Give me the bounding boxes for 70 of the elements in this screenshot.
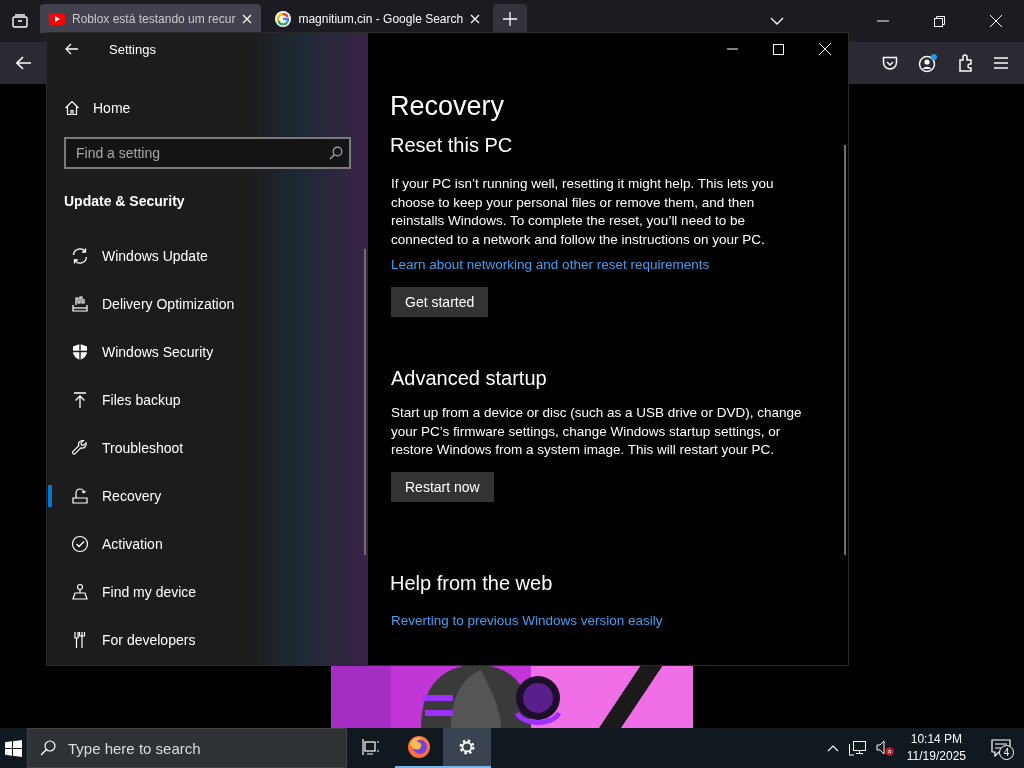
taskbar-search-field[interactable]: Type here to search bbox=[27, 728, 347, 768]
home-icon bbox=[64, 100, 80, 116]
action-button[interactable]: Restart now bbox=[391, 471, 494, 502]
new-tab-button[interactable] bbox=[493, 4, 528, 33]
close-icon[interactable] bbox=[242, 13, 253, 24]
tab-list-icon[interactable] bbox=[12, 14, 28, 28]
section-title: Advanced startup bbox=[391, 367, 548, 390]
maximize-icon[interactable] bbox=[773, 43, 784, 55]
home-link[interactable]: Home bbox=[64, 97, 164, 119]
browser-tab[interactable]: Roblox está testando um recur bbox=[40, 4, 262, 33]
nav-item[interactable]: Files backup bbox=[47, 389, 291, 411]
close-icon[interactable] bbox=[819, 43, 831, 55]
chevron-up-icon[interactable] bbox=[826, 744, 839, 752]
windows-logo-icon[interactable] bbox=[5, 739, 22, 757]
nav-item[interactable]: Windows Security bbox=[47, 341, 291, 363]
nav-item[interactable]: Activation bbox=[47, 533, 291, 555]
fox-globe-icon bbox=[407, 735, 431, 759]
ring-icon bbox=[275, 10, 292, 27]
task-view-icon bbox=[362, 739, 380, 755]
sync-icon bbox=[71, 247, 89, 265]
search-field[interactable]: Find a setting bbox=[64, 137, 351, 169]
help-link[interactable]: Reverting to previous Windows version easily bbox=[391, 612, 663, 628]
tray-icon bbox=[71, 295, 89, 313]
tab-title: magnitium,cin - Google Search bbox=[298, 11, 464, 26]
clock-time[interactable]: 10:14 PM bbox=[910, 731, 963, 748]
tab-title: Roblox está testando um recur bbox=[72, 11, 236, 26]
nav-item[interactable]: Delivery Optimization bbox=[47, 293, 291, 315]
clock-date[interactable]: 11/19/2025 bbox=[906, 748, 966, 765]
nav-item[interactable]: Find my device bbox=[47, 581, 291, 603]
play-icon bbox=[49, 12, 65, 25]
scrollbar[interactable] bbox=[364, 249, 366, 555]
page-title: Recovery bbox=[390, 91, 506, 122]
check-circle-icon bbox=[71, 535, 89, 553]
chevron-down-icon[interactable] bbox=[770, 17, 784, 25]
description-text: Start up from a device or disc (such as a USB drive or DVD), change your PC’s firmware settings, change Windows startup settings, or restore Windows from a system image. This will restart your PC. bbox=[391, 404, 803, 459]
back-arrow-icon[interactable] bbox=[16, 56, 32, 70]
description-text: If your PC isn’t running well, resetting it might help. This lets you choose to keep your personal files or remove them, and then reinstalls Windows. To complete the reset, you’ll need to be connected to a network and follow the instructions on your PC. bbox=[391, 175, 775, 249]
nav-item[interactable]: Recovery bbox=[47, 485, 291, 507]
section-title: Reset this PC bbox=[390, 134, 514, 157]
plus-icon bbox=[503, 11, 518, 26]
search-icon bbox=[329, 146, 343, 160]
menu-icon[interactable] bbox=[994, 57, 1008, 69]
network-icon[interactable] bbox=[848, 740, 866, 756]
wrench-icon bbox=[71, 439, 89, 457]
pocket-icon[interactable] bbox=[882, 55, 898, 71]
nav-item[interactable]: Troubleshoot bbox=[47, 437, 291, 459]
action-button[interactable]: Get started bbox=[391, 287, 489, 317]
taskbar-app[interactable] bbox=[443, 728, 491, 768]
upload-icon bbox=[71, 391, 89, 409]
close-icon[interactable] bbox=[990, 15, 1002, 27]
notification-icon[interactable] bbox=[991, 739, 1011, 757]
nav-item[interactable]: For developers bbox=[47, 629, 291, 651]
section-heading: Update & Security bbox=[64, 193, 186, 209]
account-icon[interactable] bbox=[918, 53, 938, 73]
browser-tab[interactable]: magnitium,cin - Google Search bbox=[266, 4, 490, 33]
scrollbar[interactable] bbox=[844, 145, 846, 555]
window-title: Settings bbox=[109, 41, 156, 57]
shield-icon bbox=[71, 343, 89, 361]
nav-item[interactable]: Windows Update bbox=[47, 245, 291, 267]
person-pin-icon bbox=[71, 583, 89, 601]
section-title: Help from the web bbox=[390, 571, 554, 595]
back-arrow-icon[interactable] bbox=[65, 43, 79, 55]
close-icon[interactable] bbox=[470, 13, 481, 24]
recovery-icon bbox=[71, 487, 89, 505]
puzzle-icon[interactable] bbox=[958, 54, 974, 72]
gear-icon bbox=[457, 737, 477, 757]
speaker-muted-icon[interactable] bbox=[875, 740, 894, 756]
notification-count: 4 bbox=[999, 745, 1014, 760]
help-link[interactable]: Learn about networking and other reset requirements bbox=[391, 257, 710, 272]
restore-icon[interactable] bbox=[934, 15, 945, 27]
